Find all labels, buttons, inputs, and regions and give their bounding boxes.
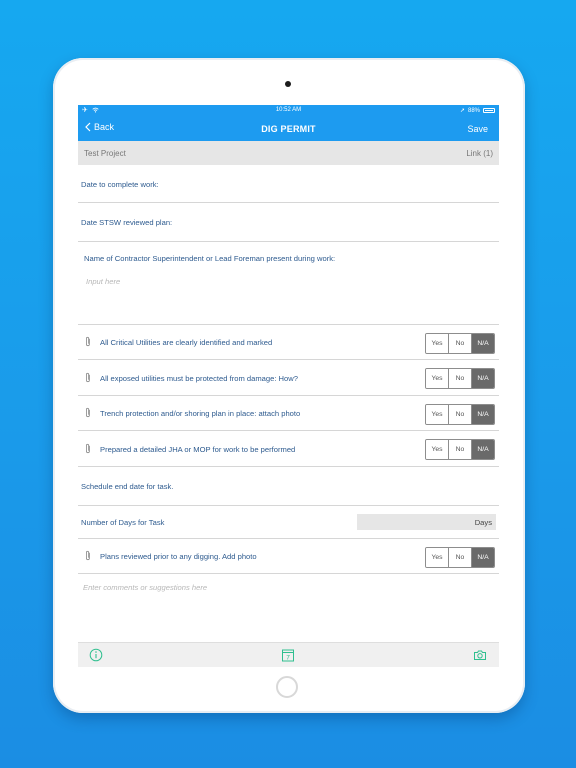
schedule-label: Schedule end date for task. <box>81 482 174 491</box>
paperclip-icon[interactable] <box>84 336 92 347</box>
option-na[interactable]: N/A <box>472 369 494 388</box>
check-label: All Critical Utilities are clearly ident… <box>100 338 273 347</box>
yes-no-na-segment: Yes No N/A <box>425 333 495 354</box>
check-row: All Critical Utilities are clearly ident… <box>78 325 499 360</box>
option-no[interactable]: No <box>449 405 472 424</box>
option-yes[interactable]: Yes <box>426 548 449 567</box>
date-complete-label: Date to complete work: <box>81 180 159 189</box>
option-no[interactable]: No <box>449 369 472 388</box>
yes-no-na-segment: Yes No N/A <box>425 547 495 568</box>
yes-no-na-segment: Yes No N/A <box>425 368 495 389</box>
status-right: ➚ 88% <box>460 107 495 114</box>
check-label: Trench protection and/or shoring plan in… <box>100 409 301 418</box>
battery-icon <box>483 108 495 113</box>
battery-percent: 88% <box>467 107 480 114</box>
days-label: Number of Days for Task <box>81 518 165 527</box>
nav-bar: Back DIG PERMIT Save <box>78 116 499 141</box>
days-input[interactable]: Days <box>357 514 496 530</box>
option-yes[interactable]: Yes <box>426 369 449 388</box>
app-screen: ✈ 10:52 AM ➚ 88% Back DIG PERMIT Save Te… <box>78 105 499 667</box>
contractor-input[interactable]: Input here <box>86 277 120 286</box>
contractor-label: Name of Contractor Superintendent or Lea… <box>84 254 336 263</box>
option-na[interactable]: N/A <box>472 440 494 459</box>
option-na[interactable]: N/A <box>472 334 494 353</box>
bottom-toolbar: 7 <box>78 642 499 667</box>
camera-icon[interactable] <box>473 648 487 662</box>
paperclip-icon[interactable] <box>84 407 92 418</box>
check-label: Prepared a detailed JHA or MOP for work … <box>100 445 296 454</box>
calendar-icon[interactable]: 7 <box>281 648 295 662</box>
option-na[interactable]: N/A <box>472 548 494 567</box>
plans-check-row: Plans reviewed prior to any digging. Add… <box>78 539 499 574</box>
option-no[interactable]: No <box>449 548 472 567</box>
calendar-day: 7 <box>286 655 290 662</box>
status-bar: ✈ 10:52 AM ➚ 88% <box>78 105 499 116</box>
contractor-row: Name of Contractor Superintendent or Lea… <box>78 242 499 325</box>
plans-check-label: Plans reviewed prior to any digging. Add… <box>100 552 257 561</box>
check-row: Prepared a detailed JHA or MOP for work … <box>78 431 499 467</box>
paperclip-icon[interactable] <box>84 550 92 561</box>
days-row: Number of Days for Task Days <box>78 506 499 539</box>
yes-no-na-segment: Yes No N/A <box>425 439 495 460</box>
option-yes[interactable]: Yes <box>426 334 449 353</box>
link-button[interactable]: Link (1) <box>466 149 493 158</box>
paperclip-icon[interactable] <box>84 443 92 454</box>
check-row: All exposed utilities must be protected … <box>78 360 499 396</box>
status-time: 10:52 AM <box>275 107 302 113</box>
info-icon[interactable] <box>89 648 103 662</box>
option-na[interactable]: N/A <box>472 405 494 424</box>
project-name: Test Project <box>84 149 126 158</box>
page-title: DIG PERMIT <box>261 124 316 134</box>
date-complete-row[interactable]: Date to complete work: <box>78 165 499 203</box>
yes-no-na-segment: Yes No N/A <box>425 404 495 425</box>
days-unit: Days <box>474 517 492 527</box>
check-label: All exposed utilities must be protected … <box>100 374 298 383</box>
comments-input[interactable]: Enter comments or suggestions here <box>83 583 207 592</box>
schedule-row[interactable]: Schedule end date for task. <box>78 467 499 506</box>
check-row: Trench protection and/or shoring plan in… <box>78 396 499 431</box>
date-reviewed-row[interactable]: Date STSW reviewed plan: <box>78 203 499 242</box>
home-button[interactable] <box>276 676 298 698</box>
camera-dot <box>285 81 291 87</box>
project-bar: Test Project Link (1) <box>78 141 499 165</box>
save-button[interactable]: Save <box>467 124 488 134</box>
date-reviewed-label: Date STSW reviewed plan: <box>81 218 173 227</box>
option-no[interactable]: No <box>449 334 472 353</box>
paperclip-icon[interactable] <box>84 372 92 383</box>
option-yes[interactable]: Yes <box>426 440 449 459</box>
location-arrow-icon: ➚ <box>459 108 465 114</box>
option-yes[interactable]: Yes <box>426 405 449 424</box>
option-no[interactable]: No <box>449 440 472 459</box>
